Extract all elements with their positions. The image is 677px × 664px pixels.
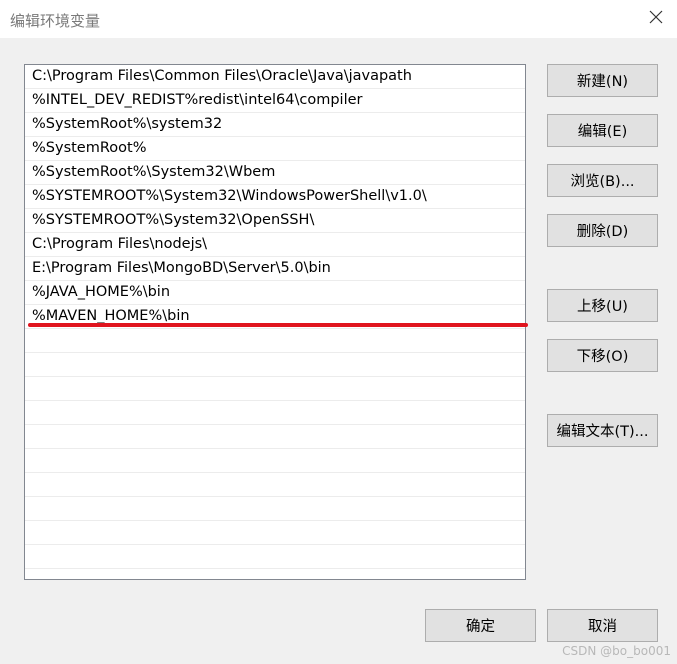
cancel-button[interactable]: 取消 xyxy=(547,609,658,642)
edit-text-button[interactable]: 编辑文本(T)... xyxy=(547,414,658,447)
title-bar: 编辑环境变量 xyxy=(0,0,677,38)
list-item[interactable]: %SystemRoot% xyxy=(25,137,525,161)
list-item[interactable]: %SYSTEMROOT%\System32\OpenSSH\ xyxy=(25,209,525,233)
list-item[interactable]: %SYSTEMROOT%\System32\WindowsPowerShell\… xyxy=(25,185,525,209)
empty-row xyxy=(25,425,525,449)
move-up-button[interactable]: 上移(U) xyxy=(547,289,658,322)
delete-button[interactable]: 删除(D) xyxy=(547,214,658,247)
watermark: CSDN @bo_bo001 xyxy=(562,644,671,658)
empty-row xyxy=(25,401,525,425)
close-button[interactable] xyxy=(641,4,671,34)
empty-row xyxy=(25,353,525,377)
list-item[interactable]: %INTEL_DEV_REDIST%redist\intel64\compile… xyxy=(25,89,525,113)
list-item[interactable]: %SystemRoot%\System32\Wbem xyxy=(25,161,525,185)
window-title: 编辑环境变量 xyxy=(10,12,101,30)
list-item[interactable]: %SystemRoot%\system32 xyxy=(25,113,525,137)
red-underline-annotation xyxy=(28,323,528,327)
list-item[interactable]: %JAVA_HOME%\bin xyxy=(25,281,525,305)
list-item[interactable]: E:\Program Files\MongoBD\Server\5.0\bin xyxy=(25,257,525,281)
list-item[interactable]: C:\Program Files\nodejs\ xyxy=(25,233,525,257)
move-down-button[interactable]: 下移(O) xyxy=(547,339,658,372)
empty-row xyxy=(25,329,525,353)
empty-row xyxy=(25,377,525,401)
empty-row xyxy=(25,545,525,569)
new-button[interactable]: 新建(N) xyxy=(547,64,658,97)
browse-button[interactable]: 浏览(B)... xyxy=(547,164,658,197)
empty-row xyxy=(25,449,525,473)
empty-row xyxy=(25,473,525,497)
edit-button[interactable]: 编辑(E) xyxy=(547,114,658,147)
path-list[interactable]: C:\Program Files\Common Files\Oracle\Jav… xyxy=(24,64,526,580)
empty-row xyxy=(25,521,525,545)
ok-button[interactable]: 确定 xyxy=(425,609,536,642)
close-icon xyxy=(649,10,663,28)
empty-row xyxy=(25,497,525,521)
list-item[interactable]: C:\Program Files\Common Files\Oracle\Jav… xyxy=(25,65,525,89)
